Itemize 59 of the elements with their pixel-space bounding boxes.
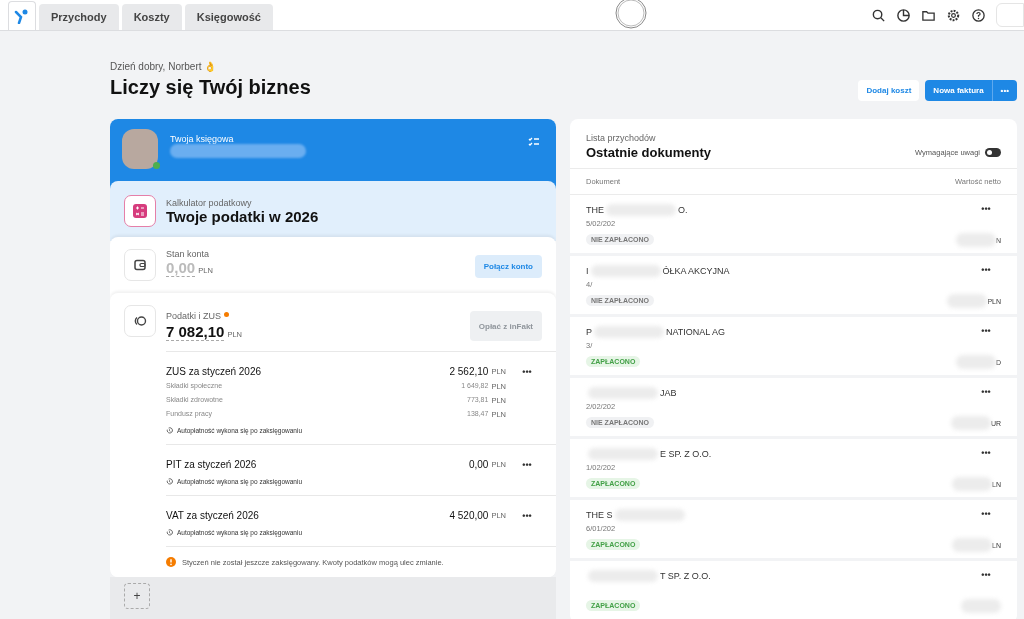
settings-icon[interactable] bbox=[946, 7, 961, 23]
warning-icon bbox=[166, 557, 176, 567]
document-name: T SP. Z O.O. bbox=[660, 571, 711, 581]
search-icon[interactable] bbox=[871, 7, 886, 23]
nav-tab[interactable]: Koszty bbox=[121, 4, 182, 30]
document-name: NATIONAL AG bbox=[666, 327, 726, 337]
document-name: JAB bbox=[660, 388, 677, 398]
page-title: Liczy się Twój biznes bbox=[110, 76, 311, 99]
tax-calculator-panel[interactable]: Kalkulator podatkowy Twoje podatki w 2026 bbox=[110, 181, 556, 241]
logo-tab[interactable] bbox=[8, 1, 36, 30]
add-widget-button[interactable]: + bbox=[124, 583, 150, 609]
tax-item-title: ZUS za styczeń 2026 bbox=[166, 366, 263, 377]
checklist-icon[interactable] bbox=[528, 137, 540, 147]
nav-tab[interactable]: Przychody bbox=[39, 4, 119, 30]
tax-item-amount: 4 520,00 bbox=[449, 510, 489, 521]
balance-label: Stan konta bbox=[166, 249, 211, 259]
document-name: P bbox=[586, 327, 592, 337]
new-invoice-button[interactable]: Nowa faktura bbox=[925, 80, 992, 101]
taxes-label: Podatki i ZUS bbox=[166, 311, 222, 321]
more-options-button[interactable]: ••• bbox=[971, 448, 1001, 458]
wallet-icon bbox=[133, 258, 147, 272]
document-name: I bbox=[586, 266, 589, 276]
tax-item-amount: 2 562,10 bbox=[449, 366, 489, 377]
document-name: THE S bbox=[586, 510, 613, 520]
more-options-button[interactable]: ••• bbox=[971, 326, 1001, 336]
more-options-button[interactable]: ••• bbox=[971, 509, 1001, 519]
more-options-button[interactable]: ••• bbox=[971, 204, 1001, 214]
document-name: THE bbox=[586, 205, 604, 215]
documents-title: Ostatnie dokumenty bbox=[586, 145, 711, 160]
pie-chart-icon[interactable] bbox=[896, 7, 911, 23]
coins-icon bbox=[133, 314, 147, 328]
calculator-label: Kalkulator podatkowy bbox=[166, 197, 253, 208]
clock-icon bbox=[166, 529, 173, 536]
documents-label: Lista przychodów bbox=[586, 133, 657, 143]
document-name: ÓŁKA AKCYJNA bbox=[662, 266, 730, 276]
more-options-button[interactable]: ••• bbox=[971, 265, 1001, 275]
add-cost-button[interactable]: Dodaj koszt bbox=[858, 80, 920, 101]
more-options-button[interactable]: ••• bbox=[512, 510, 542, 521]
help-icon[interactable] bbox=[971, 7, 986, 23]
more-options-button[interactable]: ••• bbox=[512, 366, 542, 377]
more-options-button[interactable]: ••• bbox=[512, 459, 542, 470]
tax-item-title: VAT za styczeń 2026 bbox=[166, 510, 260, 521]
greeting-text: Dzień dobry, Norbert 👌 bbox=[110, 61, 218, 72]
calculator-title: Twoje podatki w 2026 bbox=[166, 207, 319, 225]
calculator-icon bbox=[132, 203, 148, 219]
accountant-label: Twoja księgowa bbox=[170, 134, 235, 144]
more-button[interactable]: ••• bbox=[991, 80, 1017, 101]
document-name: O. bbox=[678, 205, 688, 215]
tax-item-title: PIT za styczeń 2026 bbox=[166, 459, 258, 470]
more-options-button[interactable]: ••• bbox=[971, 387, 1001, 397]
clock-icon bbox=[166, 478, 173, 485]
taxes-amount: 7 082,10 bbox=[166, 323, 225, 341]
tax-item-amount: 0,00 bbox=[468, 459, 489, 470]
document-name: E SP. Z O.O. bbox=[660, 449, 712, 459]
more-options-button[interactable]: ••• bbox=[971, 570, 1001, 580]
logo-icon bbox=[14, 8, 30, 24]
balance-amount: 0,00 bbox=[166, 259, 196, 277]
nav-tab[interactable]: Księgowość bbox=[184, 4, 273, 30]
clock-icon bbox=[166, 427, 173, 434]
